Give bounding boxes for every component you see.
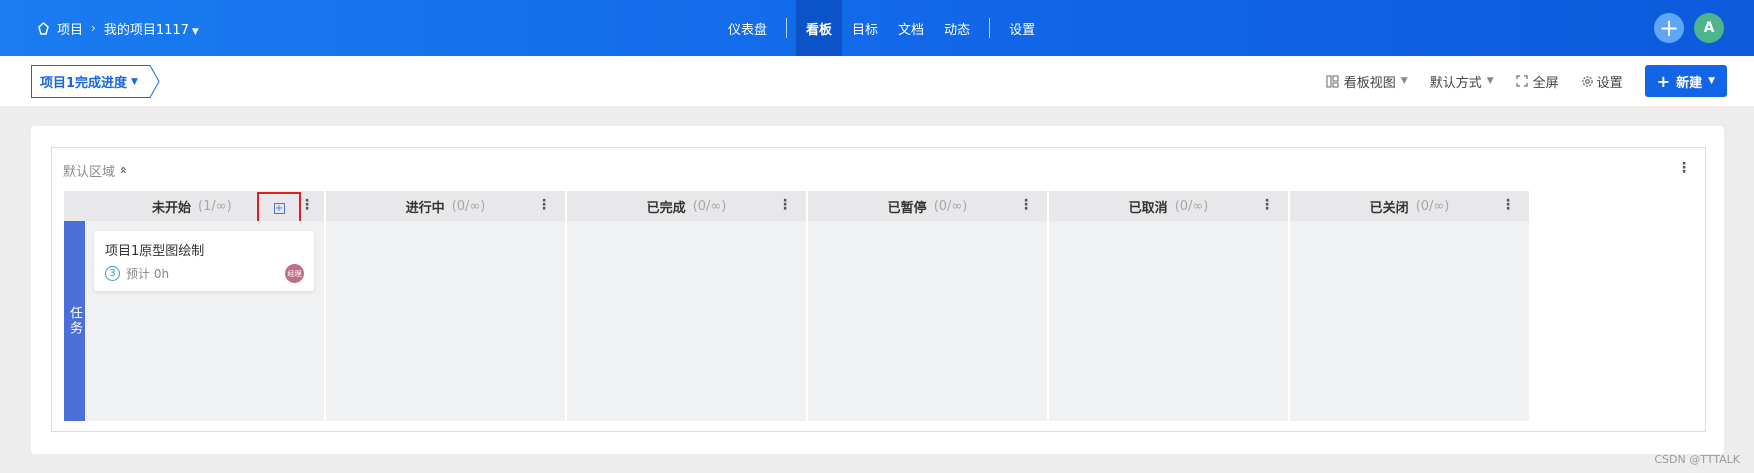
- column-header: 已暂停 (0/∞) ⋮: [808, 191, 1047, 221]
- task-estimate: 预计 0h: [126, 267, 170, 281]
- column-body: 任务 项目1原型图绘制 3 预计 0h 经理: [64, 221, 324, 421]
- nav-divider: [786, 18, 788, 38]
- main-nav: 仪表盘 看板 目标 文档 动态 设置: [718, 0, 1045, 56]
- nav-dashboard[interactable]: 仪表盘: [718, 0, 777, 56]
- collapse-icon[interactable]: ››: [116, 168, 130, 174]
- view-switch[interactable]: 看板视图 ▼: [1326, 72, 1408, 91]
- global-add-button[interactable]: +: [1654, 13, 1684, 43]
- header-actions: + A: [1654, 13, 1724, 43]
- nav-activity[interactable]: 动态: [934, 0, 980, 56]
- column-paused: 已暂停 (0/∞) ⋮: [808, 191, 1047, 421]
- region-title[interactable]: 默认区域 ››: [63, 161, 130, 180]
- column-header: 已完成 (0/∞) ⋮: [567, 191, 806, 221]
- column-header: 进行中 (0/∞) ⋮: [326, 191, 565, 221]
- column-name: 进行中: [405, 200, 445, 216]
- nav-docs[interactable]: 文档: [888, 0, 934, 56]
- swimlane-label: 任务: [64, 221, 85, 421]
- fullscreen-icon: [1516, 75, 1528, 87]
- column-more-icon[interactable]: ⋮: [300, 197, 314, 213]
- nav-goals[interactable]: 目标: [842, 0, 888, 56]
- column-count: (0/∞): [451, 198, 486, 214]
- chevron-right-icon: ›: [91, 21, 96, 35]
- breadcrumb: 项目 › 我的项目1117 ▼: [38, 0, 199, 56]
- column-header: 已取消 (0/∞) ⋮: [1049, 191, 1288, 221]
- caret-down-icon: ▼: [131, 76, 138, 87]
- column-more-icon[interactable]: ⋮: [778, 197, 792, 213]
- board-region: 默认区域 ›› ⋮ 未开始 (1/∞) + ⋮ 任务 项目1原型图绘制 3 预计…: [51, 147, 1706, 432]
- column-body: [1049, 221, 1288, 421]
- sort-mode[interactable]: 默认方式 ▼: [1430, 72, 1494, 91]
- column-count: (0/∞): [933, 198, 968, 214]
- tag-arrow-icon: [147, 65, 160, 98]
- fullscreen-button[interactable]: 全屏: [1516, 72, 1559, 91]
- assignee-avatar[interactable]: 经理: [285, 264, 304, 283]
- task-card[interactable]: 项目1原型图绘制 3 预计 0h 经理: [94, 231, 314, 291]
- board-toolbar: 项目1完成进度 ▼ 看板视图 ▼ 默认方式 ▼ 全屏 设置 + 新建 ▼: [0, 56, 1754, 106]
- column-count: (0/∞): [692, 198, 727, 214]
- watermark: CSDN @TTTALK: [1654, 453, 1740, 466]
- column-name: 未开始: [152, 200, 192, 216]
- column-more-icon[interactable]: ⋮: [1019, 197, 1033, 213]
- caret-down-icon: ▼: [191, 26, 199, 37]
- caret-down-icon: ▼: [1708, 76, 1715, 86]
- board-selector-box: 项目1完成进度 ▼: [31, 65, 148, 98]
- board-selector[interactable]: 项目1完成进度 ▼: [31, 65, 160, 98]
- breadcrumb-project[interactable]: 我的项目1117 ▼: [104, 19, 199, 38]
- task-title: 项目1原型图绘制: [105, 244, 205, 259]
- column-header: 未开始 (1/∞) + ⋮: [64, 191, 324, 225]
- column-in-progress: 进行中 (0/∞) ⋮: [326, 191, 565, 421]
- column-body: [326, 221, 565, 421]
- plus-icon: +: [1656, 71, 1671, 91]
- nav-settings[interactable]: 设置: [999, 0, 1045, 56]
- gear-icon: [1581, 75, 1593, 87]
- task-number-badge: 3: [105, 266, 120, 281]
- column-body: [808, 221, 1047, 421]
- column-cancelled: 已取消 (0/∞) ⋮: [1049, 191, 1288, 421]
- column-not-started: 未开始 (1/∞) + ⋮ 任务 项目1原型图绘制 3 预计 0h 经理: [64, 191, 324, 421]
- column-more-icon[interactable]: ⋮: [1501, 197, 1515, 213]
- toolbar-actions: 看板视图 ▼ 默认方式 ▼ 全屏 设置 + 新建 ▼: [1326, 65, 1727, 97]
- new-button[interactable]: + 新建 ▼: [1644, 65, 1727, 97]
- plus-icon: +: [1658, 14, 1680, 42]
- column-body: [1290, 221, 1529, 421]
- column-more-icon[interactable]: ⋮: [537, 197, 551, 213]
- breadcrumb-root[interactable]: 项目: [57, 19, 83, 38]
- user-avatar[interactable]: A: [1694, 13, 1724, 43]
- column-name: 已关闭: [1369, 200, 1409, 216]
- board-settings-button[interactable]: 设置: [1581, 72, 1623, 91]
- column-name: 已暂停: [887, 200, 927, 216]
- board-card: 默认区域 ›› ⋮ 未开始 (1/∞) + ⋮ 任务 项目1原型图绘制 3 预计…: [31, 126, 1724, 454]
- column-done: 已完成 (0/∞) ⋮: [567, 191, 806, 421]
- add-square-icon: +: [273, 203, 285, 214]
- column-name: 已完成: [646, 200, 686, 216]
- board-columns: 未开始 (1/∞) + ⋮ 任务 项目1原型图绘制 3 预计 0h 经理 进行中…: [64, 191, 1531, 421]
- nav-board[interactable]: 看板: [796, 0, 843, 56]
- column-count: (1/∞): [198, 198, 232, 214]
- board-view-icon: [1326, 75, 1339, 87]
- column-name: 已取消: [1128, 200, 1168, 216]
- nav-divider: [989, 18, 991, 38]
- column-body: [567, 221, 806, 421]
- column-closed: 已关闭 (0/∞) ⋮: [1290, 191, 1529, 421]
- project-icon: [38, 21, 49, 35]
- column-count: (0/∞): [1415, 198, 1450, 214]
- region-more-icon[interactable]: ⋮: [1677, 160, 1691, 176]
- top-header: 项目 › 我的项目1117 ▼ 仪表盘 看板 目标 文档 动态 设置 + A: [0, 0, 1754, 56]
- caret-down-icon: ▼: [1486, 76, 1494, 86]
- column-header: 已关闭 (0/∞) ⋮: [1290, 191, 1529, 221]
- caret-down-icon: ▼: [1400, 76, 1408, 86]
- task-meta: 3 预计 0h: [105, 265, 169, 282]
- column-count: (0/∞): [1174, 198, 1209, 214]
- column-more-icon[interactable]: ⋮: [1260, 197, 1274, 213]
